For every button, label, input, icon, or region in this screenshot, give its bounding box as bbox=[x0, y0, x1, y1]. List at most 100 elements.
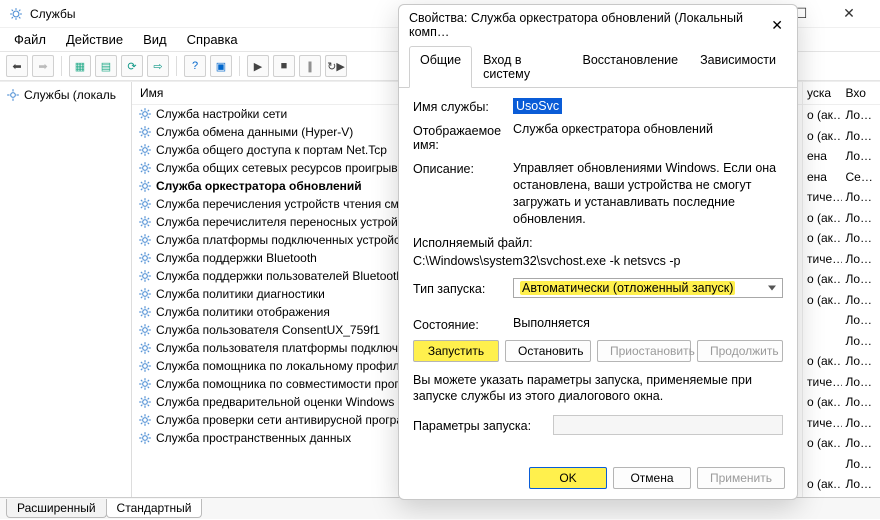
apply-button[interactable]: Применить bbox=[697, 467, 785, 489]
service-name: Служба политики диагностики bbox=[156, 287, 325, 301]
dialog-title: Свойства: Служба оркестратора обновлений… bbox=[409, 11, 767, 39]
extra-col-row: енаЛо… bbox=[803, 146, 880, 167]
gear-icon bbox=[138, 413, 152, 427]
label-startup: Тип запуска: bbox=[413, 280, 503, 296]
close-button[interactable]: ✕ bbox=[834, 5, 864, 22]
gear-icon bbox=[138, 287, 152, 301]
extra-col-row: о (ак…Ло… bbox=[803, 474, 880, 495]
start-button[interactable]: Запустить bbox=[413, 340, 499, 362]
gear-icon bbox=[138, 107, 152, 121]
extra-col-row: о (ак…Ло… bbox=[803, 433, 880, 454]
startup-value: Автоматически (отложенный запуск) bbox=[520, 281, 735, 295]
service-name: Служба помощника по совместимости прогр… bbox=[156, 377, 417, 391]
tab-logon[interactable]: Вход в систему bbox=[472, 46, 571, 88]
services-icon bbox=[8, 6, 24, 22]
extra-col-row: тиче…Ло… bbox=[803, 187, 880, 208]
gear-icon bbox=[138, 377, 152, 391]
extra-col-row: о (ак…Ло… bbox=[803, 105, 880, 126]
gear-icon bbox=[138, 341, 152, 355]
gear-icon bbox=[138, 215, 152, 229]
gear-icon bbox=[138, 359, 152, 373]
service-name: Служба пользователя платформы подключ… bbox=[156, 341, 410, 355]
startup-dropdown[interactable]: Автоматически (отложенный запуск) bbox=[513, 278, 783, 298]
service-name: Служба платформы подключенных устройст… bbox=[156, 233, 418, 247]
restart-button[interactable]: ↻▶ bbox=[325, 55, 347, 77]
service-name: Служба перечисления устройств чтения см… bbox=[156, 197, 411, 211]
props-button[interactable]: ▤ bbox=[95, 55, 117, 77]
help-button[interactable]: ? bbox=[184, 55, 206, 77]
cancel-button[interactable]: Отмена bbox=[613, 467, 691, 489]
service-name: Служба проверки сети антивирусной програ… bbox=[156, 413, 415, 427]
properties-dialog: Свойства: Служба оркестратора обновлений… bbox=[398, 4, 798, 500]
label-params: Параметры запуска: bbox=[413, 417, 543, 433]
tab-extended[interactable]: Расширенный bbox=[6, 499, 107, 518]
col-header-start[interactable]: уска bbox=[803, 82, 842, 104]
export-button[interactable]: ⇨ bbox=[147, 55, 169, 77]
label-exe: Исполняемый файл: bbox=[413, 236, 783, 250]
service-name: Служба общего доступа к портам Net.Tcp bbox=[156, 143, 387, 157]
resume-button[interactable]: Продолжить bbox=[697, 340, 783, 362]
extra-col-row: о (ак…Ло… bbox=[803, 392, 880, 413]
props2-button[interactable]: ▣ bbox=[210, 55, 232, 77]
bottom-tabs: Расширенный Стандартный bbox=[0, 497, 880, 519]
value-state: Выполняется bbox=[513, 316, 783, 330]
extra-col-row: о (ак…Ло… bbox=[803, 228, 880, 249]
gear-icon bbox=[138, 251, 152, 265]
tab-standard[interactable]: Стандартный bbox=[106, 499, 203, 518]
dialog-tabs: Общие Вход в систему Восстановление Зави… bbox=[399, 45, 797, 88]
extra-col-row: тиче…Ло… bbox=[803, 372, 880, 393]
menu-view[interactable]: Вид bbox=[135, 30, 175, 49]
service-name: Служба поддержки пользователей Bluetooth… bbox=[156, 269, 422, 283]
menu-action[interactable]: Действие bbox=[58, 30, 131, 49]
label-desc: Описание: bbox=[413, 160, 503, 176]
extra-col-row: енаСе… bbox=[803, 167, 880, 188]
pause-button[interactable]: ∥ bbox=[299, 55, 321, 77]
gear-icon bbox=[138, 233, 152, 247]
label-svcname: Имя службы: bbox=[413, 98, 503, 114]
service-name: Служба оркестратора обновлений bbox=[156, 179, 362, 193]
extra-col-row: о (ак…Ло… bbox=[803, 208, 880, 229]
service-name: Служба предварительной оценки Windows bbox=[156, 395, 394, 409]
stop-button[interactable]: ■ bbox=[273, 55, 295, 77]
service-name: Служба поддержки Bluetooth bbox=[156, 251, 317, 265]
label-display: Отображаемое имя: bbox=[413, 122, 503, 152]
extra-col-row: о (ак…Ло… bbox=[803, 126, 880, 147]
dialog-close-button[interactable]: ✕ bbox=[767, 17, 787, 34]
tree-root-label: Службы (локаль bbox=[24, 88, 116, 102]
forward-button[interactable]: ➡ bbox=[32, 55, 54, 77]
service-name: Служба настройки сети bbox=[156, 107, 287, 121]
menu-help[interactable]: Справка bbox=[179, 30, 246, 49]
gear-icon bbox=[138, 143, 152, 157]
tab-recovery[interactable]: Восстановление bbox=[572, 46, 690, 88]
service-name: Служба пользователя ConsentUX_759f1 bbox=[156, 323, 380, 337]
label-state: Состояние: bbox=[413, 316, 503, 332]
extra-col-row: тиче…Ло… bbox=[803, 413, 880, 434]
menu-file[interactable]: Файл bbox=[6, 30, 54, 49]
gear-icon bbox=[138, 431, 152, 445]
gear-icon bbox=[138, 125, 152, 139]
tree-pane: Службы (локаль bbox=[0, 82, 132, 497]
stop-button[interactable]: Остановить bbox=[505, 340, 591, 362]
window-title: Службы bbox=[30, 7, 75, 21]
gear-icon bbox=[138, 161, 152, 175]
grid-button[interactable]: ▦ bbox=[69, 55, 91, 77]
col-header-logon[interactable]: Вхо bbox=[842, 82, 880, 104]
play-button[interactable]: ▶ bbox=[247, 55, 269, 77]
service-name: Служба пространственных данных bbox=[156, 431, 351, 445]
extra-col-row: Ло… bbox=[803, 331, 880, 352]
ok-button[interactable]: OK bbox=[529, 467, 607, 489]
tab-deps[interactable]: Зависимости bbox=[689, 46, 787, 88]
pause-button[interactable]: Приостановить bbox=[597, 340, 691, 362]
service-name: Служба политики отображения bbox=[156, 305, 330, 319]
refresh-button[interactable]: ⟳ bbox=[121, 55, 143, 77]
extra-col-row: Ло… bbox=[803, 310, 880, 331]
service-name: Служба обмена данными (Hyper-V) bbox=[156, 125, 353, 139]
value-desc: Управляет обновлениями Windows. Если она… bbox=[513, 160, 783, 228]
tab-general[interactable]: Общие bbox=[409, 46, 472, 88]
params-input[interactable] bbox=[553, 415, 783, 435]
back-button[interactable]: ⬅ bbox=[6, 55, 28, 77]
tree-root[interactable]: Службы (локаль bbox=[6, 86, 125, 104]
value-display: Служба оркестратора обновлений bbox=[513, 122, 783, 136]
value-svcname[interactable]: UsoSvc bbox=[513, 98, 562, 114]
extra-col-row: тиче…Ло… bbox=[803, 249, 880, 270]
